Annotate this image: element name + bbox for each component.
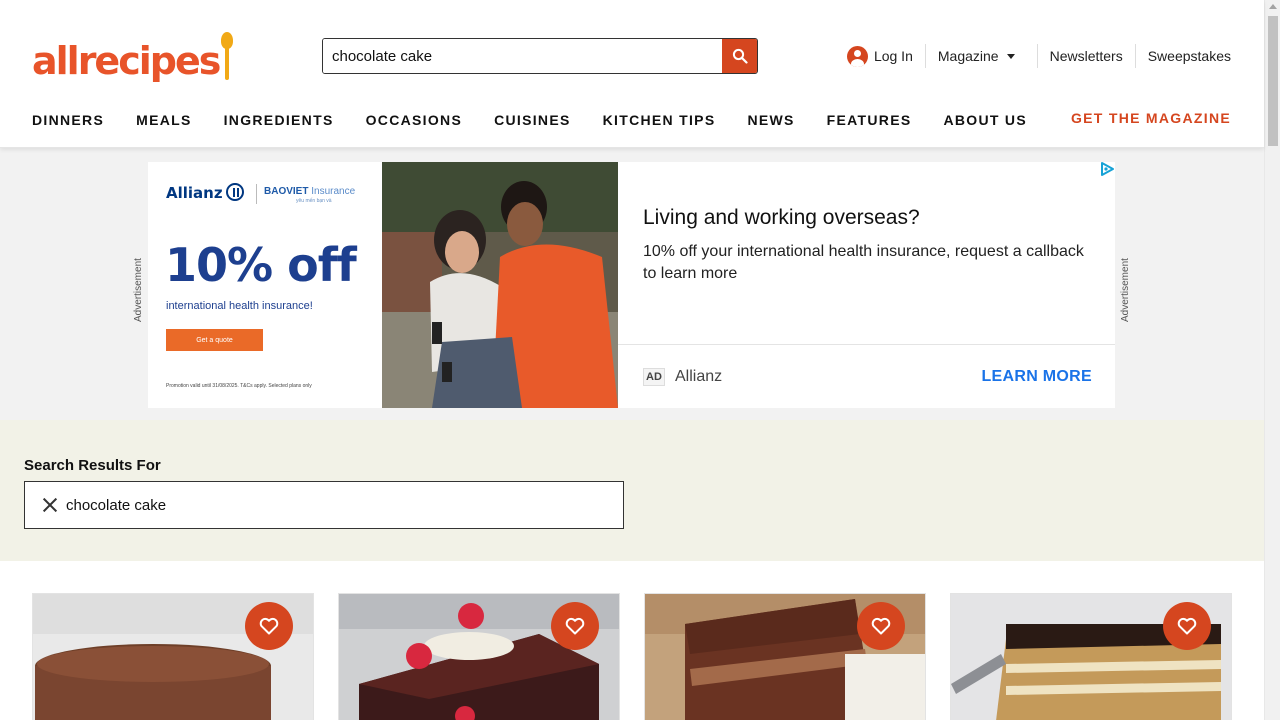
main-nav: DINNERS MEALS INGREDIENTS OCCASIONS CUIS…: [32, 110, 1059, 130]
heart-icon: [871, 617, 891, 635]
ad-description: 10% off your international health insura…: [643, 243, 1084, 282]
nav-item-about-us[interactable]: ABOUT US: [943, 112, 1027, 128]
nav-item-news[interactable]: NEWS: [747, 112, 794, 128]
baoviet-suffix: Insurance: [311, 186, 356, 197]
scroll-up-arrow-icon[interactable]: [1269, 4, 1277, 9]
ad-divider: [618, 344, 1115, 345]
nav-item-ingredients[interactable]: INGREDIENTS: [224, 112, 334, 128]
ad-photo: [382, 162, 618, 408]
baoviet-wordmark: BAOVIET: [264, 186, 309, 197]
save-favorite-button[interactable]: [1163, 602, 1211, 650]
results-search-input[interactable]: [66, 496, 566, 514]
scrollbar-thumb[interactable]: [1268, 16, 1278, 146]
allianz-logo: Allianz: [166, 183, 244, 202]
ad-badge: AD: [643, 368, 665, 386]
nav-item-meals[interactable]: MEALS: [136, 112, 192, 128]
baoviet-logo: BAOVIET Insurance: [264, 186, 355, 197]
sweepstakes-link[interactable]: Sweepstakes: [1134, 44, 1231, 68]
save-favorite-button[interactable]: [245, 602, 293, 650]
recipe-card[interactable]: [32, 593, 314, 720]
utility-nav: Log In Magazine Newsletters Sweepstakes: [835, 44, 1231, 68]
allianz-mark-icon: [225, 183, 244, 201]
search-results-title: Search Results For: [24, 457, 161, 474]
sweepstakes-label: Sweepstakes: [1147, 48, 1231, 64]
ad-card[interactable]: Allianz BAOVIET Insurance yêu mến bạn và…: [148, 162, 1115, 408]
user-icon: [846, 45, 868, 67]
save-favorite-button[interactable]: [857, 602, 905, 650]
spoon-icon: [220, 32, 234, 80]
results-search-field: [24, 481, 624, 529]
recipe-card[interactable]: [338, 593, 620, 720]
nav-item-dinners[interactable]: DINNERS: [32, 112, 104, 128]
ad-text-panel: Living and working overseas? 10% off you…: [618, 162, 1115, 408]
allrecipes-logo[interactable]: allrecipes: [32, 30, 234, 80]
login-link[interactable]: Log In: [835, 44, 925, 68]
save-favorite-button[interactable]: [551, 602, 599, 650]
recipe-card-grid: [32, 593, 1232, 720]
get-magazine-link[interactable]: GET THE MAGAZINE: [1071, 110, 1231, 126]
ad-label-right: Advertisement: [1120, 258, 1131, 322]
ad-fine-print: Promotion valid until 31/08/2025. T&Cs a…: [166, 383, 312, 389]
page-scrollbar[interactable]: [1264, 0, 1280, 720]
ad-headline: Living and working overseas?: [643, 206, 920, 229]
login-label: Log In: [873, 48, 913, 64]
site-header: allrecipes Log In Magazine Newsletters S…: [0, 0, 1264, 148]
heart-icon: [259, 617, 279, 635]
search-icon: [732, 48, 748, 64]
caret-down-icon: [1006, 53, 1015, 59]
search-button[interactable]: [722, 39, 757, 73]
heart-icon: [1177, 617, 1197, 635]
allianz-wordmark: Allianz: [166, 184, 223, 202]
baoviet-tagline: yêu mến bạn và: [296, 198, 332, 204]
couple-photo: [382, 162, 618, 408]
recipe-card[interactable]: [644, 593, 926, 720]
get-quote-button[interactable]: Get a quote: [166, 329, 263, 351]
nav-item-features[interactable]: FEATURES: [827, 112, 912, 128]
learn-more-button[interactable]: LEARN MORE: [981, 368, 1092, 386]
clear-search-icon[interactable]: [42, 497, 58, 513]
magazine-dropdown[interactable]: Magazine: [924, 44, 1037, 68]
ad-discount-text: 10% off: [165, 238, 357, 292]
ad-logo-divider: [256, 184, 257, 204]
nav-item-kitchen-tips[interactable]: KITCHEN TIPS: [603, 112, 716, 128]
search-input[interactable]: [323, 39, 722, 73]
adchoices-icon[interactable]: [1099, 161, 1116, 177]
ad-advertiser: Allianz: [675, 368, 723, 385]
ad-creative: Allianz BAOVIET Insurance yêu mến bạn và…: [148, 162, 382, 408]
recipe-card[interactable]: [950, 593, 1232, 720]
nav-item-cuisines[interactable]: CUISINES: [494, 112, 571, 128]
ad-subtext: international health insurance!: [166, 300, 313, 312]
heart-icon: [565, 617, 585, 635]
logo-text: allrecipes: [32, 39, 221, 83]
search-bar: [322, 38, 758, 74]
magazine-label: Magazine: [937, 48, 999, 64]
newsletters-label: Newsletters: [1049, 48, 1123, 64]
nav-item-occasions[interactable]: OCCASIONS: [366, 112, 463, 128]
newsletters-link[interactable]: Newsletters: [1036, 44, 1135, 68]
ad-label-left: Advertisement: [133, 258, 144, 322]
